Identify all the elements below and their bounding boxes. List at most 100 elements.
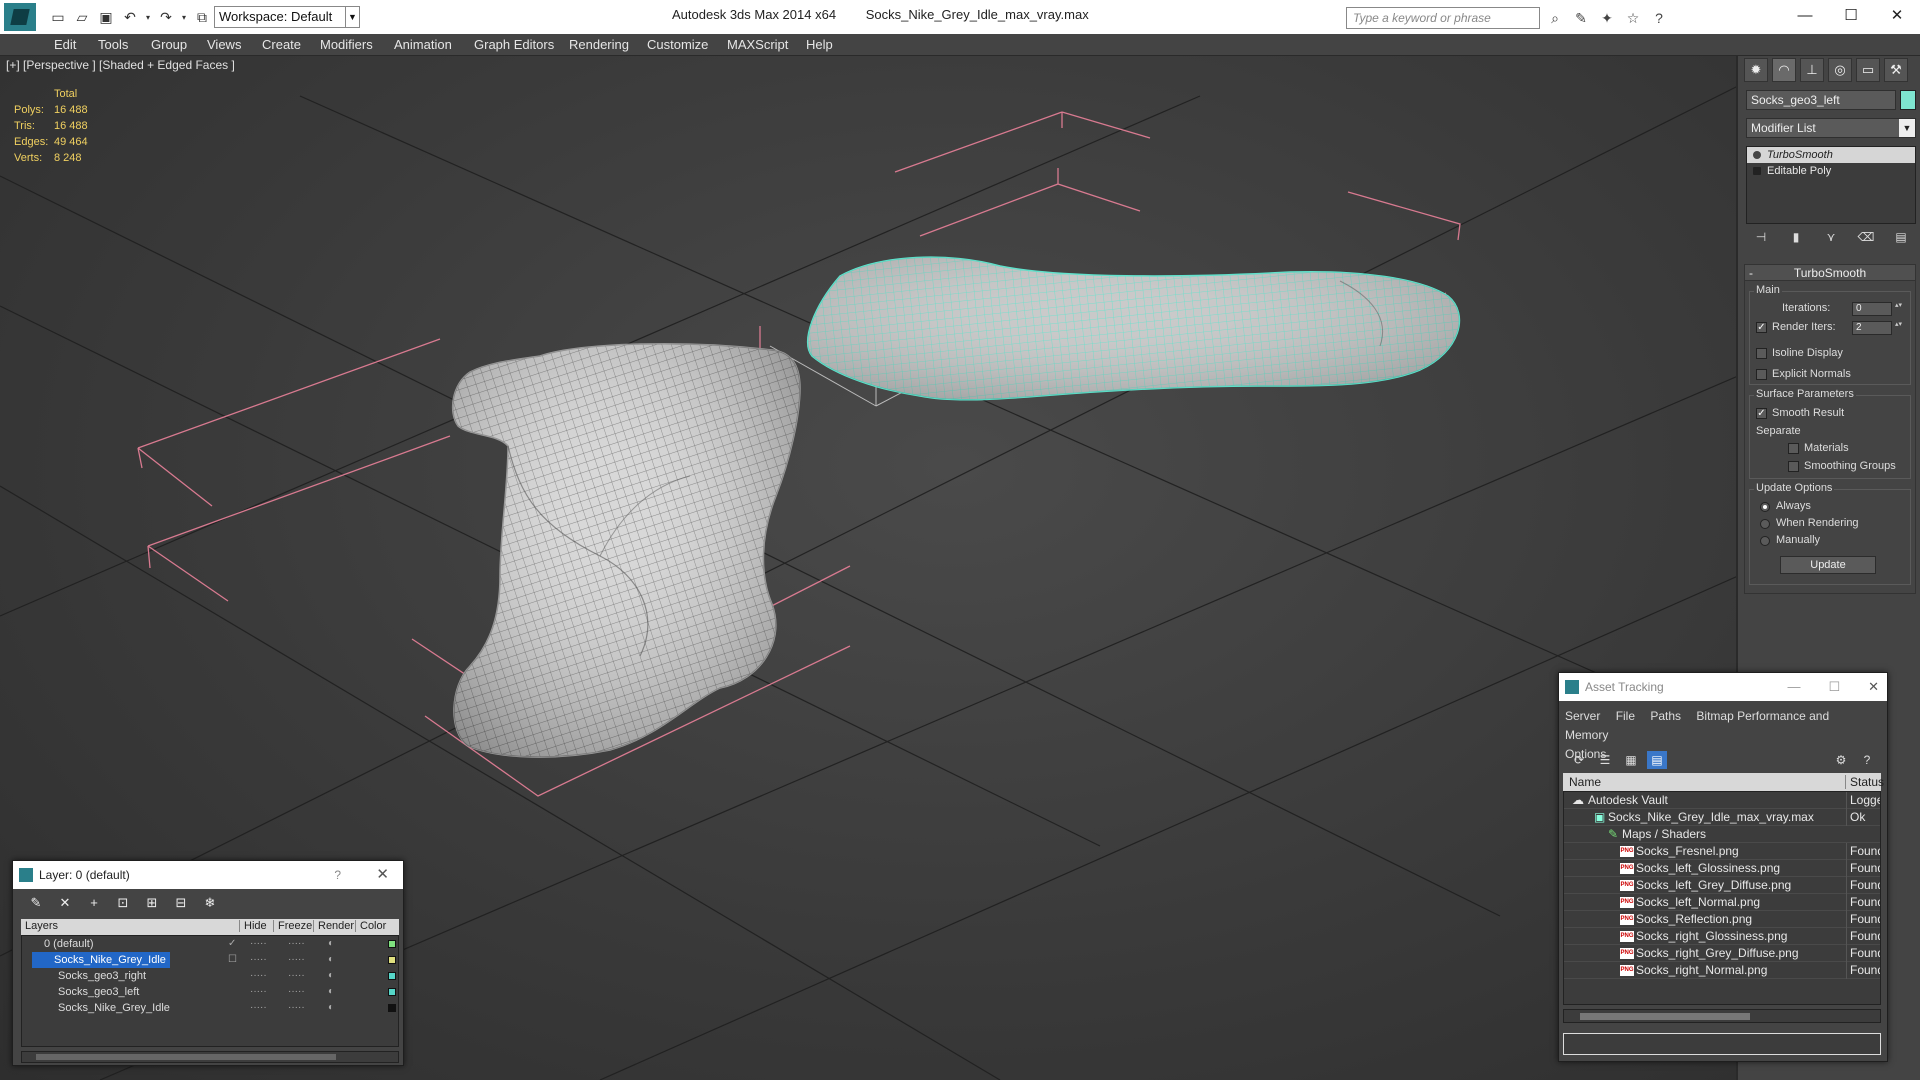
layer-row[interactable]: Socks_geo3_left ····· ····· ◐ [22,984,400,1000]
show-end-result-icon[interactable]: ▮ [1787,228,1805,246]
iterations-spinner[interactable]: 0 [1852,302,1903,316]
col-name[interactable]: Name [1569,775,1601,789]
binoculars-icon[interactable]: ⌕ [1544,8,1566,28]
table-view-icon[interactable]: ▤ [1647,751,1667,769]
new-layer-icon[interactable]: ✎ [27,895,45,911]
list-view-icon[interactable]: ☰ [1595,751,1615,769]
layer-row[interactable]: 0 (default) ✓ ····· ····· ◐ [22,936,400,952]
menu-maxscript[interactable]: MAXScript [727,37,788,52]
asset-row[interactable]: ▣ Socks_Nike_Grey_Idle_max_vray.max Ok [1564,809,1880,826]
when-rendering-radio[interactable] [1760,519,1770,529]
render-iters-spinner[interactable]: 2 [1852,321,1903,335]
update-button[interactable]: Update [1780,556,1876,574]
vault-status-icon[interactable]: ⚙ [1831,751,1851,769]
menu-group[interactable]: Group [151,37,187,52]
menu-graph-editors[interactable]: Graph Editors [474,37,554,52]
menu-tools[interactable]: Tools [98,37,128,52]
thumbnail-view-icon[interactable]: ▦ [1621,751,1641,769]
asset-row[interactable]: ☁ Autodesk VaultLogged [1564,792,1880,809]
asset-row[interactable]: PNG Socks_Reflection.png Found [1564,911,1880,928]
asset-horizontal-scrollbar[interactable] [1563,1009,1881,1023]
layer-row[interactable]: Socks_Nike_Grey_Idle ····· ····· ◐ [22,1000,400,1016]
layer-row[interactable]: Socks_geo3_right ····· ····· ◐ [22,968,400,984]
viewport-label[interactable]: [+] [Perspective ] [Shaded + Edged Faces… [6,58,235,72]
communication-icon[interactable]: ✦ [1596,8,1618,28]
asset-path-field[interactable] [1563,1033,1881,1055]
col-layers[interactable]: Layers [25,920,58,932]
stack-item-editable-poly[interactable]: Editable Poly [1747,163,1915,179]
close-icon[interactable]: ✕ [1868,673,1879,701]
menu-animation[interactable]: Animation [394,37,452,52]
help-icon[interactable]: ? [1648,8,1670,28]
add-to-layer-icon[interactable]: + [85,895,103,911]
app-logo-icon[interactable] [4,3,36,31]
materials-checkbox[interactable] [1788,443,1799,454]
asset-row[interactable]: PNG Socks_right_Grey_Diffuse.png Found [1564,945,1880,962]
asset-row[interactable]: PNG Socks_left_Glossiness.png Found [1564,860,1880,877]
pin-stack-icon[interactable]: ⊣ [1752,228,1770,246]
highlight-selected-icon[interactable]: ⊞ [143,895,161,911]
configure-modifier-sets-icon[interactable]: ▤ [1892,228,1910,246]
hierarchy-tab-icon[interactable]: ⊥ [1800,58,1824,82]
asset-row[interactable]: PNG Socks_left_Normal.png Found [1564,894,1880,911]
refresh-icon[interactable]: ⟳ [1569,751,1589,769]
asset-menu-bitmap-performance[interactable]: Bitmap Performance and Memory [1565,709,1829,742]
asset-row[interactable]: ✎ Maps / Shaders [1564,826,1880,843]
subscription-icon[interactable]: ✎ [1570,8,1592,28]
modifier-list-dropdown[interactable]: Modifier List ▼ [1746,118,1916,138]
asset-menu-paths[interactable]: Paths [1650,709,1681,723]
search-input[interactable]: Type a keyword or phrase [1346,7,1540,29]
asset-row[interactable]: PNG Socks_right_Glossiness.png Found [1564,928,1880,945]
close-button[interactable]: ✕ [1874,0,1920,30]
layer-window-titlebar[interactable]: Layer: 0 (default) ? ✕ [13,861,403,889]
menu-help[interactable]: Help [806,37,833,52]
layer-row[interactable]: Socks_Nike_Grey_Idle ☐ ····· ····· ◐ [22,952,400,968]
make-unique-icon[interactable]: ⋎ [1822,228,1840,246]
hold-icon[interactable]: ⧉ [192,7,212,27]
undo-dropdown-icon[interactable]: ▾ [144,7,152,27]
col-render[interactable]: Render [313,920,354,932]
display-tab-icon[interactable]: ▭ [1856,58,1880,82]
col-hide[interactable]: Hide [239,920,267,932]
help-icon[interactable]: ? [334,861,341,889]
open-file-icon[interactable]: ▱ [72,7,92,27]
isoline-display-checkbox[interactable] [1756,348,1767,359]
asset-row[interactable]: PNG Socks_Fresnel.png Found [1564,843,1880,860]
render-iters-checkbox[interactable]: ✓ [1756,322,1767,333]
remove-modifier-icon[interactable]: ⌫ [1857,228,1875,246]
workspace-dropdown[interactable]: Workspace: Default ▼ [214,6,360,28]
motion-tab-icon[interactable]: ◎ [1828,58,1852,82]
asset-help-icon[interactable]: ? [1857,751,1877,769]
menu-edit[interactable]: Edit [54,37,76,52]
minimize-icon[interactable]: — [1787,673,1800,701]
asset-menu-file[interactable]: File [1616,709,1635,723]
delete-layer-icon[interactable]: ✕ [56,895,74,911]
smoothing-groups-checkbox[interactable] [1788,461,1799,472]
new-file-icon[interactable]: ▭ [48,7,68,27]
redo-dropdown-icon[interactable]: ▾ [180,7,188,27]
hide-all-icon[interactable]: ⊟ [172,895,190,911]
always-radio[interactable] [1760,502,1770,512]
col-status[interactable]: Status [1845,775,1884,789]
asset-window-titlebar[interactable]: Asset Tracking — ☐ ✕ [1559,673,1887,701]
menu-customize[interactable]: Customize [647,37,708,52]
close-icon[interactable]: ✕ [376,861,389,889]
menu-rendering[interactable]: Rendering [569,37,629,52]
menu-views[interactable]: Views [207,37,241,52]
stack-item-turbosmooth[interactable]: TurboSmooth [1747,147,1915,163]
object-color-swatch[interactable] [1900,90,1916,110]
maximize-icon[interactable]: ☐ [1828,673,1840,701]
asset-menu-server[interactable]: Server [1565,709,1600,723]
col-freeze[interactable]: Freeze [273,920,312,932]
explicit-normals-checkbox[interactable] [1756,369,1767,380]
asset-row[interactable]: PNG Socks_right_Normal.png Found [1564,962,1880,979]
manually-radio[interactable] [1760,536,1770,546]
menu-modifiers[interactable]: Modifiers [320,37,373,52]
smooth-result-checkbox[interactable]: ✓ [1756,408,1767,419]
minimize-button[interactable]: — [1782,0,1828,30]
object-name-field[interactable]: Socks_geo3_left [1746,90,1896,110]
maximize-button[interactable]: ☐ [1828,0,1874,30]
favorites-icon[interactable]: ☆ [1622,8,1644,28]
menu-create[interactable]: Create [262,37,301,52]
col-color[interactable]: Color [355,920,386,932]
